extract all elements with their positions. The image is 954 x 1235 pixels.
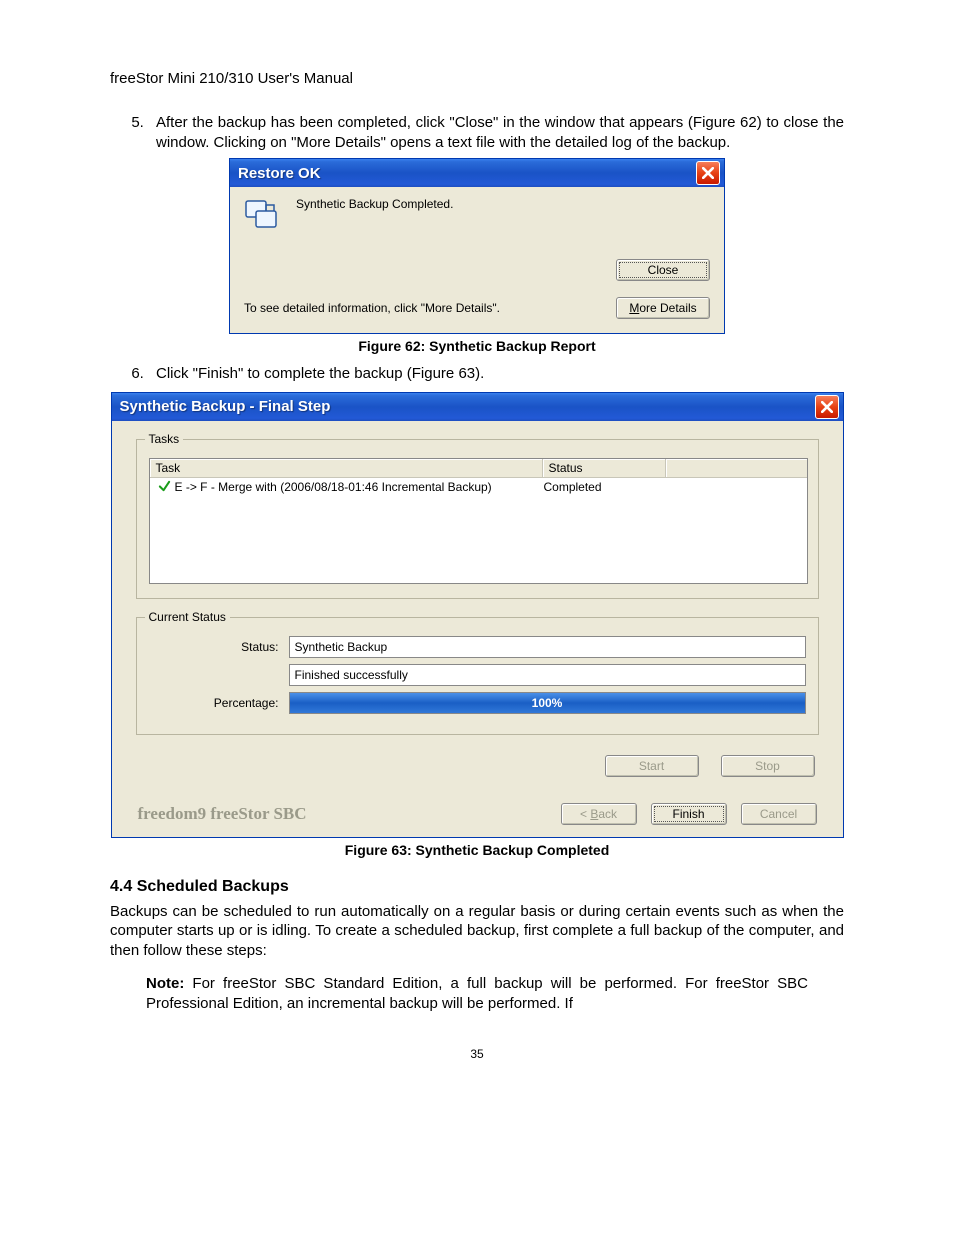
step-6: Click "Finish" to complete the backup (F… [148,364,844,384]
note-label: Note: [146,975,184,992]
task-status-cell: Completed [538,480,602,494]
titlebar: Restore OK [230,159,724,187]
titlebar: Synthetic Backup - Final Step [112,393,843,421]
start-button: Start [605,755,699,777]
more-details-button[interactable]: More Details [616,297,710,319]
status-field: Synthetic Backup [289,636,806,658]
synthetic-backup-dialog: Synthetic Backup - Final Step Tasks Task… [111,392,844,838]
step-5: After the backup has been completed, cli… [148,113,844,152]
task-header-status[interactable]: Status [543,459,666,477]
status-label: Status: [149,640,289,654]
task-header-task[interactable]: Task [150,459,543,477]
status-field-2: Finished successfully [289,664,806,686]
section-paragraph: Backups can be scheduled to run automati… [110,902,844,961]
back-button: < Back [561,803,637,825]
close-icon[interactable] [696,161,720,185]
checkmark-icon [158,480,171,493]
task-header-spacer [666,459,807,477]
info-icon [244,197,280,233]
page-header: freeStor Mini 210/310 User's Manual [110,70,844,87]
figure-62-caption: Figure 62: Synthetic Backup Report [110,338,844,354]
dialog-message: Synthetic Backup Completed. [296,197,453,211]
figure-63-caption: Figure 63: Synthetic Backup Completed [110,842,844,858]
tasks-group: Tasks Task Status E -> [136,439,819,599]
current-status-group: Current Status Status: Synthetic Backup … [136,617,819,735]
dialog-title: Restore OK [238,165,321,182]
more-details-info: To see detailed information, click "More… [244,301,500,315]
restore-ok-dialog: Restore OK Synthetic Backup Completed. [229,158,725,334]
progress-bar: 100% [289,692,806,714]
current-status-legend: Current Status [145,610,230,624]
brand-label: freedom9 freeStor SBC [138,804,307,824]
cancel-button: Cancel [741,803,817,825]
page-number: 35 [110,1047,844,1061]
section-heading: 4.4 Scheduled Backups [110,878,844,896]
dialog-title: Synthetic Backup - Final Step [120,398,331,415]
tasks-legend: Tasks [145,432,184,446]
close-button[interactable]: Close [616,259,710,281]
tasks-table: Task Status E -> F - Merge with (2006/08… [149,458,808,584]
task-name: E -> F - Merge with (2006/08/18-01:46 In… [175,480,492,494]
stop-button: Stop [721,755,815,777]
percentage-label: Percentage: [149,696,289,710]
note-paragraph: Note: For freeStor SBC Standard Edition,… [146,974,808,1013]
note-body: For freeStor SBC Standard Edition, a ful… [146,975,808,1012]
finish-button[interactable]: Finish [651,803,727,825]
close-icon[interactable] [815,395,839,419]
table-row[interactable]: E -> F - Merge with (2006/08/18-01:46 In… [150,478,807,494]
